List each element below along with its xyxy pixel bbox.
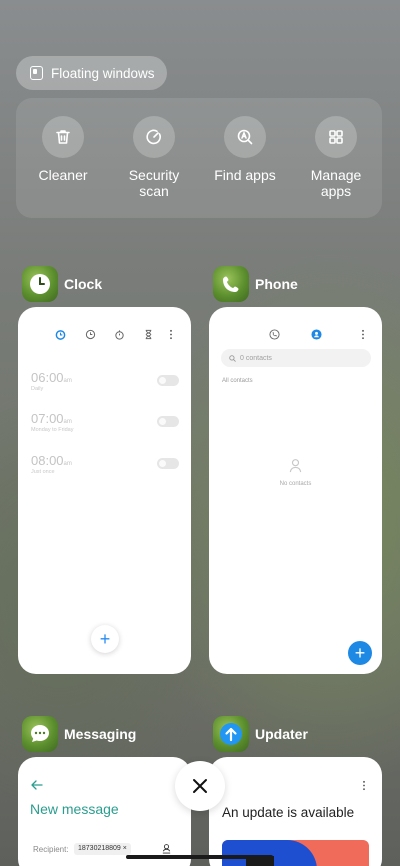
security-scan-icon: [133, 116, 175, 158]
recents-tab-icon: [269, 329, 280, 340]
new-message-title: New message: [30, 801, 119, 817]
add-contact-button[interactable]: +: [348, 641, 372, 665]
recipient-label: Recipient:: [33, 845, 69, 854]
clock-app-header[interactable]: Clock: [22, 266, 102, 302]
clock-app-icon: [22, 266, 58, 302]
floating-windows-label: Floating windows: [51, 65, 155, 81]
person-icon: [289, 459, 302, 473]
updater-app-name: Updater: [255, 726, 308, 742]
alarm-row[interactable]: 07:00am Monday to Friday: [31, 411, 74, 433]
alarm-suffix: am: [63, 461, 72, 467]
timer-tab-icon: [145, 329, 152, 340]
phone-app-card[interactable]: 0 contacts All contacts No contacts +: [209, 307, 382, 674]
phone-app-icon: [213, 266, 249, 302]
recipient-number: 18730218809: [78, 845, 121, 852]
contacts-search-input[interactable]: 0 contacts: [221, 349, 371, 367]
contacts-tab-icon: [311, 329, 322, 340]
find-apps-label: Find apps: [214, 167, 276, 183]
alarm-suffix: am: [63, 419, 72, 425]
quick-tools-panel: Cleaner Security scan Find apps Manage a…: [16, 98, 382, 218]
stopwatch-tab-icon: [115, 330, 124, 340]
alarm-repeat: Just once: [31, 469, 55, 475]
cleaner-button[interactable]: Cleaner: [17, 116, 109, 183]
trash-icon: [42, 116, 84, 158]
alarm-time: 08:00: [31, 453, 64, 468]
alarm-time: 07:00: [31, 411, 64, 426]
manage-apps-label: Manage apps: [310, 167, 362, 199]
updater-app-icon: [213, 716, 249, 752]
add-alarm-button[interactable]: +: [91, 625, 119, 653]
recipient-chip[interactable]: 18730218809 ×: [74, 843, 131, 855]
floating-window-icon: [30, 66, 43, 80]
messaging-app-name: Messaging: [64, 726, 137, 742]
alarm-toggle[interactable]: [157, 458, 179, 469]
find-apps-button[interactable]: Find apps: [199, 116, 291, 183]
phone-app-name: Phone: [255, 276, 298, 292]
cleaner-label: Cleaner: [38, 167, 88, 183]
phone-app-header[interactable]: Phone: [213, 266, 298, 302]
floating-windows-button[interactable]: Floating windows: [16, 56, 167, 90]
messaging-app-icon: [22, 716, 58, 752]
security-scan-button[interactable]: Security scan: [108, 116, 200, 199]
close-icon: [193, 779, 207, 793]
close-all-button[interactable]: [175, 761, 225, 811]
clock-app-card[interactable]: 06:00am Daily 07:00am Monday to Friday 0…: [18, 307, 191, 674]
all-contacts-label: All contacts: [222, 378, 253, 384]
home-indicator[interactable]: [126, 855, 273, 859]
update-headline: An update is available: [222, 805, 355, 820]
world-clock-tab-icon: [85, 329, 96, 340]
clock-app-name: Clock: [64, 276, 103, 292]
updater-app-header[interactable]: Updater: [213, 716, 308, 752]
messaging-app-header[interactable]: Messaging: [22, 716, 136, 752]
alarm-row[interactable]: 06:00am Daily: [31, 370, 72, 392]
alarm-tab-icon: [55, 330, 66, 340]
alarm-suffix: am: [63, 378, 72, 384]
manage-apps-button[interactable]: Manage apps: [290, 116, 382, 199]
update-banner-image: [222, 840, 369, 866]
alarm-toggle[interactable]: [157, 375, 179, 386]
more-icon[interactable]: [361, 780, 367, 791]
find-apps-icon: [224, 116, 266, 158]
grid-icon: [315, 116, 357, 158]
security-scan-label: Security scan: [128, 167, 180, 199]
more-icon[interactable]: [360, 329, 366, 340]
no-contacts-label: No contacts: [279, 481, 312, 487]
alarm-repeat: Daily: [31, 386, 44, 392]
alarm-time: 06:00: [31, 370, 64, 385]
alarm-row[interactable]: 08:00am Just once: [31, 453, 72, 475]
add-contact-icon[interactable]: [161, 843, 172, 854]
alarm-toggle[interactable]: [157, 416, 179, 427]
more-icon[interactable]: [168, 329, 174, 340]
messaging-app-card[interactable]: New message Recipient: 18730218809 ×: [18, 757, 191, 866]
contacts-search-placeholder: 0 contacts: [240, 354, 272, 362]
updater-app-card[interactable]: An update is available: [209, 757, 382, 866]
alarm-repeat: Monday to Friday: [31, 427, 74, 433]
back-arrow-icon[interactable]: [31, 780, 43, 790]
search-icon: [229, 354, 236, 362]
